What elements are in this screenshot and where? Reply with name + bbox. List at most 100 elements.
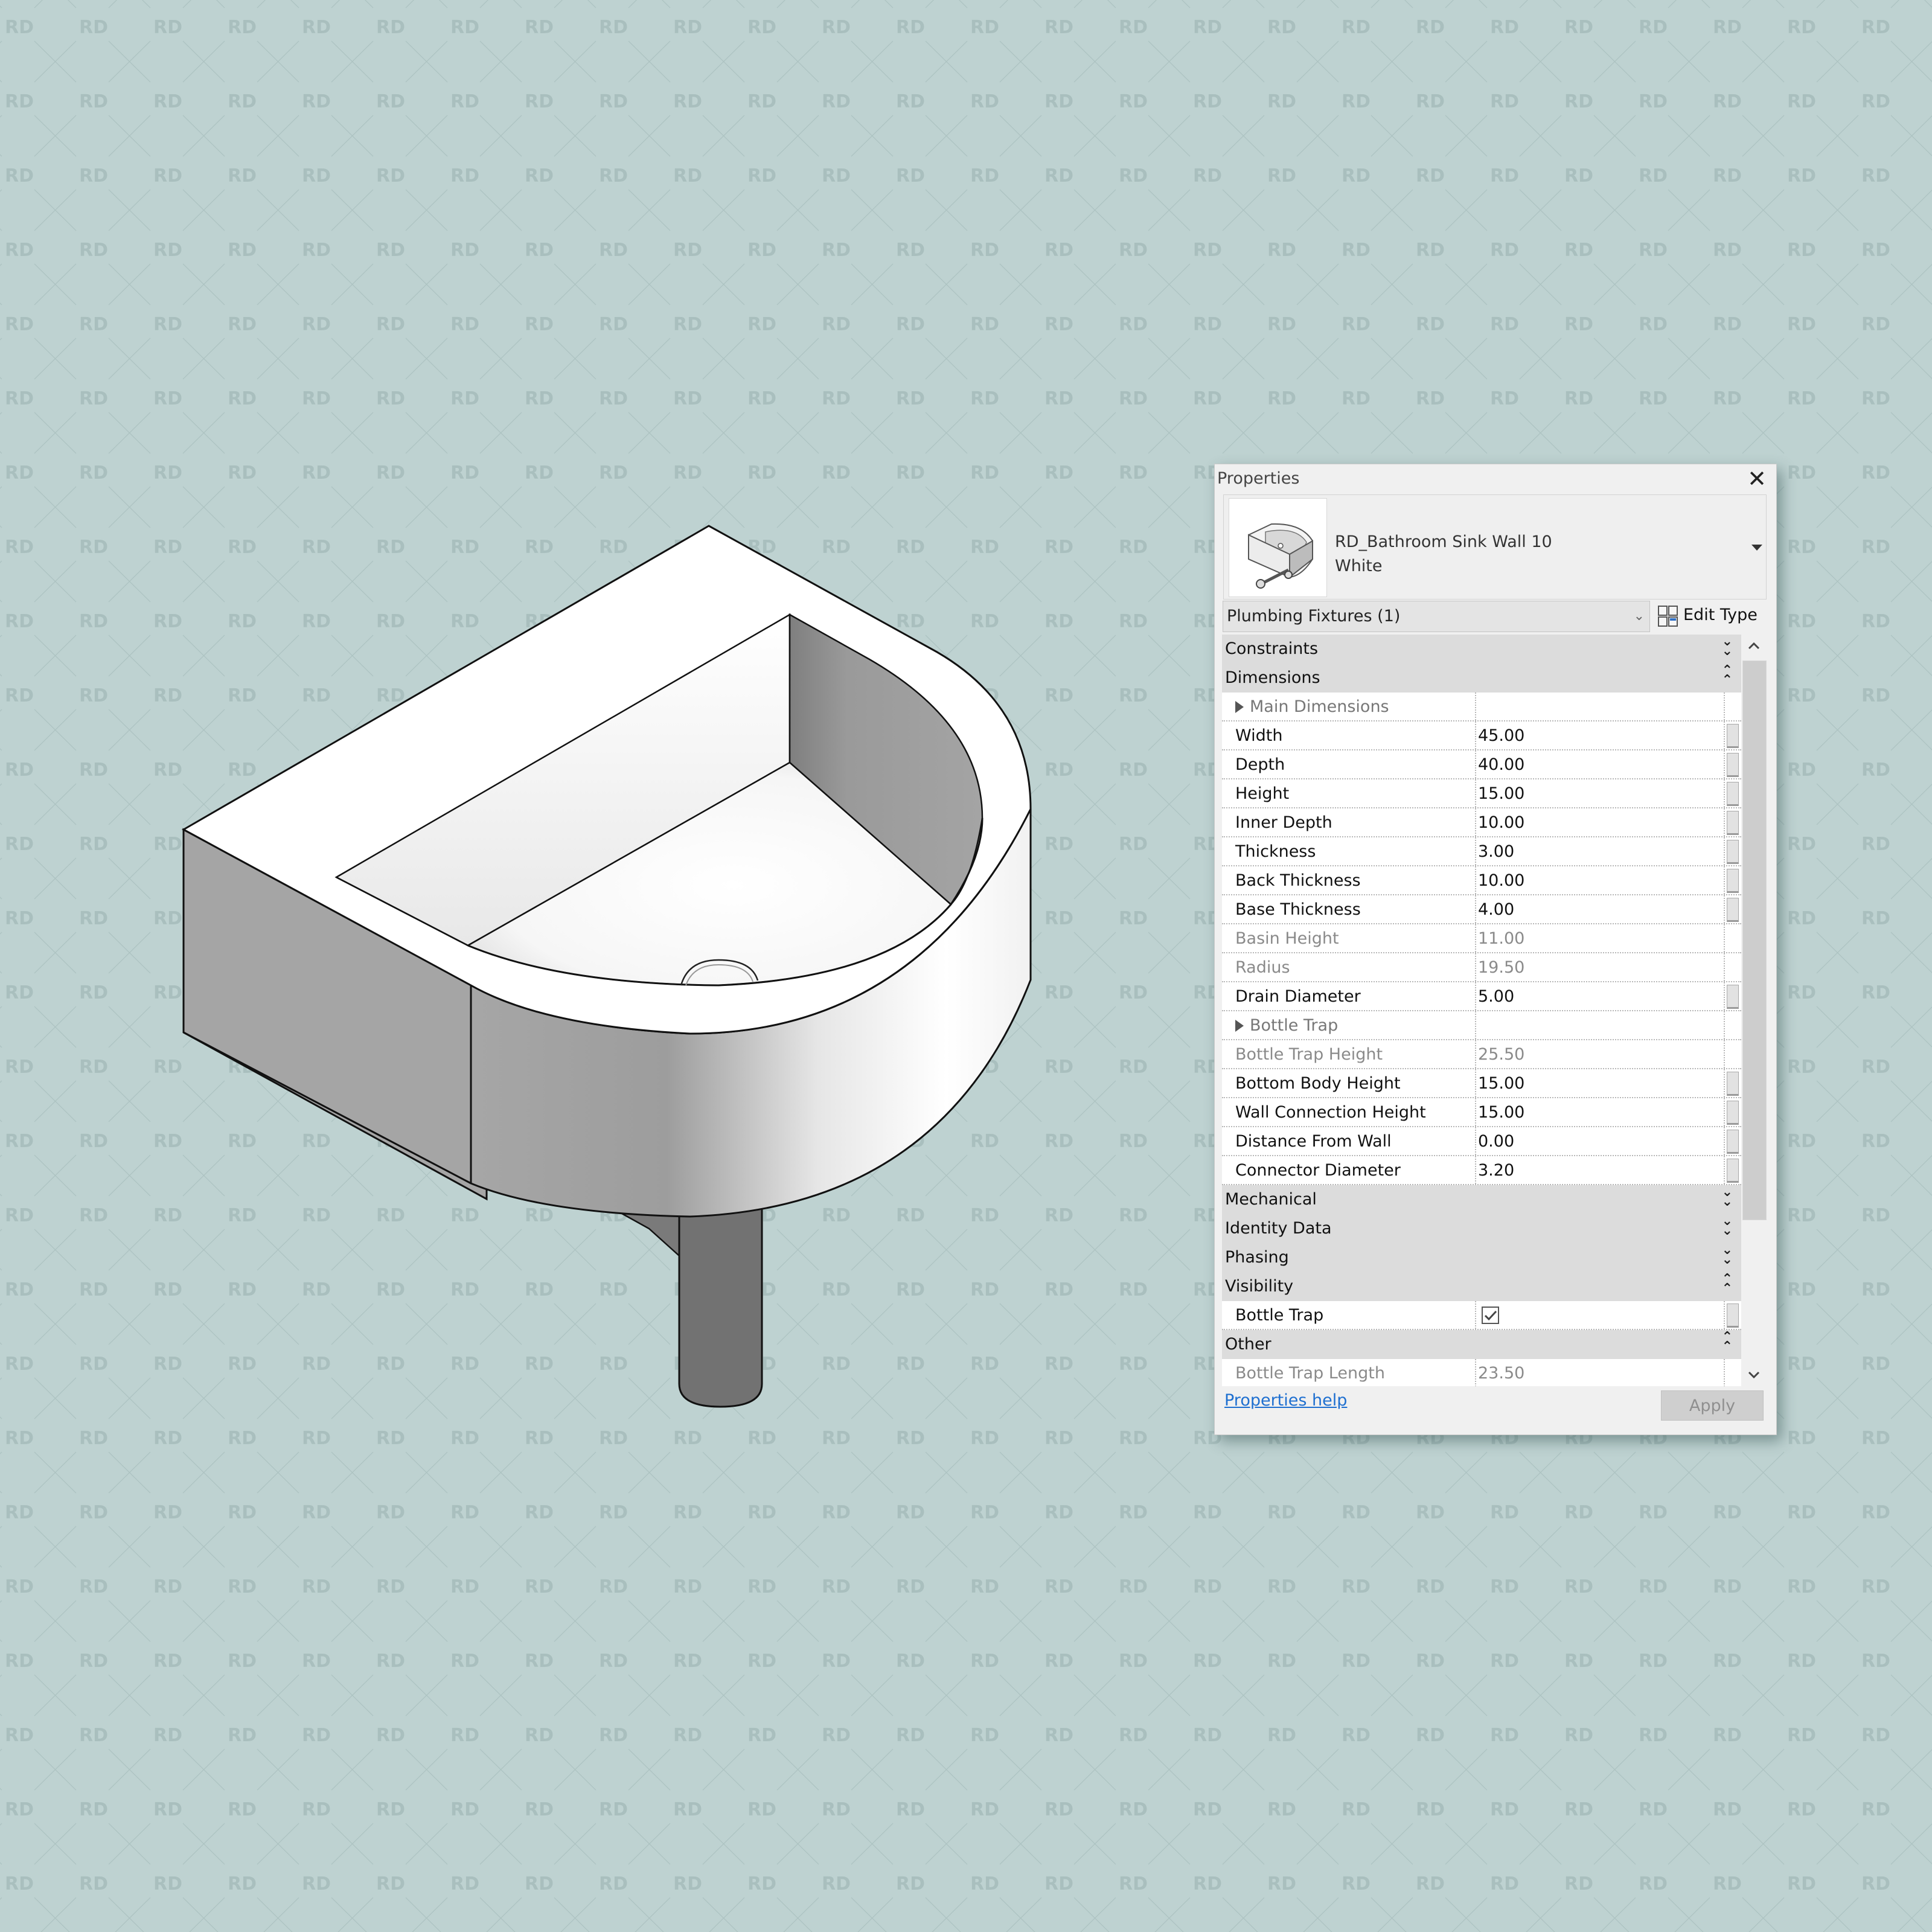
property-row-basin-height: Basin Height 11.00 (1222, 924, 1741, 953)
property-label: Distance From Wall (1235, 1132, 1392, 1151)
scroll-down-icon[interactable] (1745, 1366, 1763, 1384)
property-button (1724, 1011, 1741, 1039)
associate-parameter-button[interactable] (1724, 1069, 1741, 1097)
property-label: Thickness (1235, 842, 1316, 861)
property-value-field[interactable]: 5.00 (1475, 982, 1724, 1010)
type-name: RD_Bathroom Sink Wall 10 White (1335, 530, 1552, 578)
collapse-icon[interactable]: ⌃ ⌃ (1722, 1273, 1733, 1296)
type-name-line1: RD_Bathroom Sink Wall 10 (1335, 533, 1552, 551)
associate-parameter-button[interactable] (1724, 837, 1741, 865)
section-constraints[interactable]: Constraints ⌄ ⌄ (1222, 635, 1741, 664)
properties-grid: Constraints ⌄ ⌄ Dimensions ⌃ ⌃ Main Dimens… (1222, 635, 1741, 1386)
collapse-icon[interactable]: ⌃ ⌃ (1722, 1331, 1733, 1354)
property-value-field[interactable]: 4.00 (1475, 895, 1724, 923)
section-visibility[interactable]: Visibility ⌃ ⌃ (1222, 1272, 1741, 1301)
property-row-connector-diameter[interactable]: Connector Diameter 3.20 (1222, 1156, 1741, 1185)
scrollbar-thumb[interactable] (1742, 661, 1767, 1220)
property-row-drain-diameter[interactable]: Drain Diameter 5.00 (1222, 982, 1741, 1011)
type-name-line2: White (1335, 557, 1383, 575)
associate-parameter-button[interactable] (1724, 895, 1741, 923)
property-label: Base Thickness (1235, 900, 1361, 919)
associate-parameter-button[interactable] (1724, 1156, 1741, 1184)
property-row-bottle-trap-height: Bottle Trap Height 25.50 (1222, 1040, 1741, 1069)
type-selector[interactable]: RD_Bathroom Sink Wall 10 White (1223, 494, 1767, 600)
property-value (1475, 1011, 1724, 1039)
property-button-empty (1724, 924, 1741, 952)
property-label: Wall Connection Height (1235, 1103, 1426, 1122)
section-phasing[interactable]: Phasing ⌄ ⌄ (1222, 1243, 1741, 1272)
property-value-readonly: 25.50 (1475, 1040, 1724, 1068)
property-value-field[interactable]: 15.00 (1475, 779, 1724, 807)
section-label: Identity Data (1225, 1219, 1332, 1238)
instance-filter-dropdown[interactable]: Plumbing Fixtures (1) ⌄ (1223, 601, 1650, 632)
section-label: Dimensions (1225, 668, 1320, 687)
property-row-height[interactable]: Height 15.00 (1222, 779, 1741, 808)
property-value-field[interactable]: 40.00 (1475, 750, 1724, 778)
group-label: Bottle Trap (1235, 1016, 1338, 1035)
section-mechanical[interactable]: Mechanical ⌄ ⌄ (1222, 1185, 1741, 1214)
property-value-field[interactable]: 45.00 (1475, 721, 1724, 749)
property-label: Radius (1235, 958, 1290, 977)
property-label: Back Thickness (1235, 871, 1361, 890)
properties-help-link[interactable]: Properties help (1224, 1391, 1347, 1410)
checkmark-icon (1484, 1310, 1497, 1321)
property-value-field[interactable]: 15.00 (1475, 1098, 1724, 1126)
property-row-bottle-trap-visibility[interactable]: Bottle Trap (1222, 1301, 1741, 1330)
property-button-empty (1724, 953, 1741, 981)
triangle-right-icon (1235, 701, 1244, 713)
chevron-down-icon: ⌄ (1633, 609, 1645, 624)
property-label: Bottle Trap Length (1235, 1364, 1385, 1383)
property-value-field[interactable]: 3.00 (1475, 837, 1724, 865)
section-other[interactable]: Other ⌃ ⌃ (1222, 1330, 1741, 1359)
section-identity-data[interactable]: Identity Data ⌄ ⌄ (1222, 1214, 1741, 1243)
expand-icon[interactable]: ⌄ ⌄ (1722, 1186, 1733, 1209)
close-icon[interactable]: ✕ (1746, 467, 1768, 490)
property-row-radius: Radius 19.50 (1222, 953, 1741, 982)
property-value-field[interactable]: 10.00 (1475, 808, 1724, 836)
type-dropdown-arrow-icon[interactable] (1751, 545, 1762, 551)
property-row-depth[interactable]: Depth 40.00 (1222, 750, 1741, 779)
associate-parameter-button[interactable] (1724, 1098, 1741, 1126)
expand-icon[interactable]: ⌄ ⌄ (1722, 1215, 1733, 1238)
property-row-base-thickness[interactable]: Base Thickness 4.00 (1222, 895, 1741, 924)
associate-parameter-button[interactable] (1724, 779, 1741, 807)
property-label: Inner Depth (1235, 813, 1332, 832)
property-row-inner-depth[interactable]: Inner Depth 10.00 (1222, 808, 1741, 837)
group-main-dimensions[interactable]: Main Dimensions (1222, 693, 1741, 721)
property-value-field[interactable]: 15.00 (1475, 1069, 1724, 1097)
property-row-wall-connection-height[interactable]: Wall Connection Height 15.00 (1222, 1098, 1741, 1127)
instance-filter-label: Plumbing Fixtures (1) (1227, 607, 1401, 625)
expand-icon[interactable]: ⌄ ⌄ (1722, 635, 1733, 658)
property-value-field[interactable]: 3.20 (1475, 1156, 1724, 1184)
associate-parameter-button[interactable] (1724, 1301, 1741, 1329)
property-value-field[interactable]: 0.00 (1475, 1127, 1724, 1155)
associate-parameter-button[interactable] (1724, 750, 1741, 778)
associate-parameter-button[interactable] (1724, 866, 1741, 894)
associate-parameter-button[interactable] (1724, 808, 1741, 836)
section-dimensions[interactable]: Dimensions ⌃ ⌃ (1222, 664, 1741, 693)
property-label: Bottle Trap (1235, 1306, 1324, 1325)
bottle-trap-checkbox[interactable] (1482, 1307, 1499, 1324)
property-row-thickness[interactable]: Thickness 3.00 (1222, 837, 1741, 866)
property-button-empty (1724, 1040, 1741, 1068)
group-bottle-trap[interactable]: Bottle Trap (1222, 1011, 1741, 1040)
group-label: Main Dimensions (1235, 697, 1389, 716)
associate-parameter-button[interactable] (1724, 982, 1741, 1010)
property-row-distance-from-wall[interactable]: Distance From Wall 0.00 (1222, 1127, 1741, 1156)
property-row-back-thickness[interactable]: Back Thickness 10.00 (1222, 866, 1741, 895)
property-label: Width (1235, 726, 1283, 745)
associate-parameter-button[interactable] (1724, 721, 1741, 749)
associate-parameter-button[interactable] (1724, 1127, 1741, 1155)
property-row-width[interactable]: Width 45.00 (1222, 721, 1741, 750)
scroll-up-icon[interactable] (1745, 637, 1763, 655)
property-label: Bottom Body Height (1235, 1074, 1401, 1093)
edit-type-label: Edit Type (1683, 606, 1758, 624)
vertical-scrollbar[interactable] (1741, 635, 1767, 1386)
expand-icon[interactable]: ⌄ ⌄ (1722, 1244, 1733, 1267)
apply-button[interactable]: Apply (1661, 1390, 1764, 1421)
property-button (1724, 693, 1741, 720)
edit-type-icon (1658, 606, 1678, 627)
collapse-icon[interactable]: ⌃ ⌃ (1722, 664, 1733, 687)
property-row-bottom-body-height[interactable]: Bottom Body Height 15.00 (1222, 1069, 1741, 1098)
property-value-field[interactable]: 10.00 (1475, 866, 1724, 894)
